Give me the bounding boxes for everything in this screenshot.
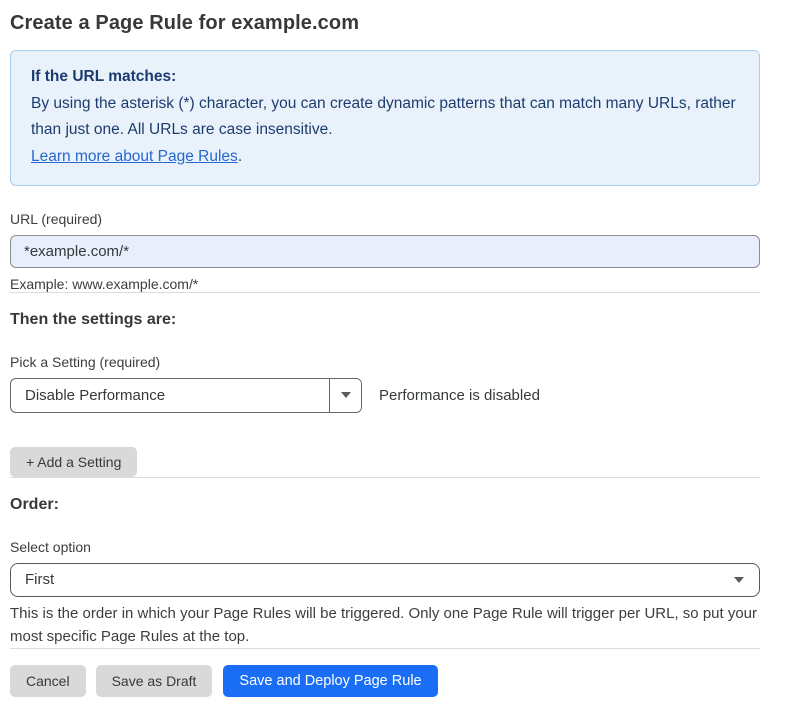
cancel-button[interactable]: Cancel	[10, 665, 86, 697]
pick-setting-label: Pick a Setting (required)	[10, 354, 760, 370]
url-input[interactable]	[10, 235, 760, 268]
setting-status-text: Performance is disabled	[379, 387, 540, 404]
setting-row: Disable Performance Performance is disab…	[10, 378, 760, 413]
footer-actions: Cancel Save as Draft Save and Deploy Pag…	[10, 665, 760, 697]
create-page-rule-panel: Create a Page Rule for example.com If th…	[0, 0, 790, 709]
url-label: URL (required)	[10, 211, 760, 227]
setting-select-arrow-button[interactable]	[329, 379, 361, 412]
url-match-info-box: If the URL matches: By using the asteris…	[10, 50, 760, 186]
url-example-text: Example: www.example.com/*	[10, 276, 760, 292]
info-box-link-line: Learn more about Page Rules.	[31, 144, 739, 171]
info-box-body: By using the asterisk (*) character, you…	[31, 91, 739, 144]
learn-more-link[interactable]: Learn more about Page Rules	[31, 148, 238, 165]
caret-down-icon	[734, 577, 744, 583]
caret-down-icon	[341, 392, 351, 398]
save-as-draft-button[interactable]: Save as Draft	[96, 665, 213, 697]
order-help-text: This is the order in which your Page Rul…	[10, 602, 760, 649]
settings-section-heading: Then the settings are:	[10, 311, 760, 329]
info-box-heading: If the URL matches:	[31, 64, 739, 91]
order-select-value: First	[11, 571, 68, 588]
page-title: Create a Page Rule for example.com	[10, 12, 760, 35]
order-select-label: Select option	[10, 539, 760, 555]
link-period: .	[238, 148, 242, 165]
order-section-heading: Order:	[10, 496, 760, 514]
save-and-deploy-button[interactable]: Save and Deploy Page Rule	[223, 665, 437, 697]
divider	[10, 292, 760, 293]
divider	[10, 477, 760, 478]
divider	[10, 648, 760, 649]
setting-select-value: Disable Performance	[11, 379, 329, 412]
add-setting-button[interactable]: + Add a Setting	[10, 447, 137, 477]
setting-select[interactable]: Disable Performance	[10, 378, 362, 413]
order-select[interactable]: First	[10, 563, 760, 597]
